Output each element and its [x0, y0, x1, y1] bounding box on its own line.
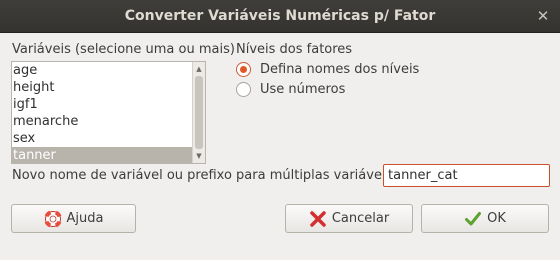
- list-item-igf1[interactable]: igf1: [12, 96, 193, 113]
- radio-checked-icon[interactable]: [236, 62, 251, 77]
- lifebuoy-icon: [43, 209, 62, 228]
- radio-label: Use números: [260, 82, 346, 97]
- radio-unchecked-icon[interactable]: [236, 82, 251, 97]
- cancel-button-label: Cancelar: [331, 211, 390, 226]
- list-scrollbar[interactable]: ▲ ▼: [192, 62, 205, 163]
- cancel-button[interactable]: Cancelar: [285, 204, 413, 233]
- variables-list: age height igf1 menarche sex tanner: [12, 62, 193, 163]
- list-item-age[interactable]: age: [12, 62, 193, 79]
- red-x-icon: [309, 210, 327, 228]
- window-title: Converter Variáveis Numéricas p/ Fator: [124, 8, 436, 24]
- title-bar: Converter Variáveis Numéricas p/ Fator ✕: [0, 0, 560, 33]
- ok-button-label: OK: [487, 211, 506, 226]
- radio-define-level-names[interactable]: Defina nomes dos níveis: [236, 62, 419, 77]
- scrollbar-thumb[interactable]: [195, 76, 203, 149]
- close-icon[interactable]: ✕: [532, 5, 554, 27]
- help-button-label: Ajuda: [66, 211, 104, 226]
- new-name-input[interactable]: [383, 164, 550, 187]
- variables-label: Variáveis (selecione uma ou mais): [12, 42, 235, 57]
- radio-use-numbers[interactable]: Use números: [236, 82, 345, 97]
- list-item-tanner[interactable]: tanner: [12, 147, 193, 163]
- list-item-menarche[interactable]: menarche: [12, 113, 193, 130]
- variables-listbox[interactable]: age height igf1 menarche sex tanner ▲ ▼: [11, 61, 206, 164]
- ok-button[interactable]: OK: [421, 204, 549, 233]
- radio-label: Defina nomes dos níveis: [260, 62, 420, 77]
- list-item-sex[interactable]: sex: [12, 130, 193, 147]
- new-name-label: Novo nome de variável ou prefixo para mú…: [12, 168, 397, 183]
- scroll-down-arrow-icon[interactable]: ▼: [193, 150, 205, 162]
- scroll-up-arrow-icon[interactable]: ▲: [193, 63, 205, 75]
- green-check-icon: [464, 210, 482, 228]
- help-button[interactable]: Ajuda: [11, 204, 136, 233]
- factor-levels-label: Níveis dos fatores: [236, 42, 353, 57]
- list-item-height[interactable]: height: [12, 79, 193, 96]
